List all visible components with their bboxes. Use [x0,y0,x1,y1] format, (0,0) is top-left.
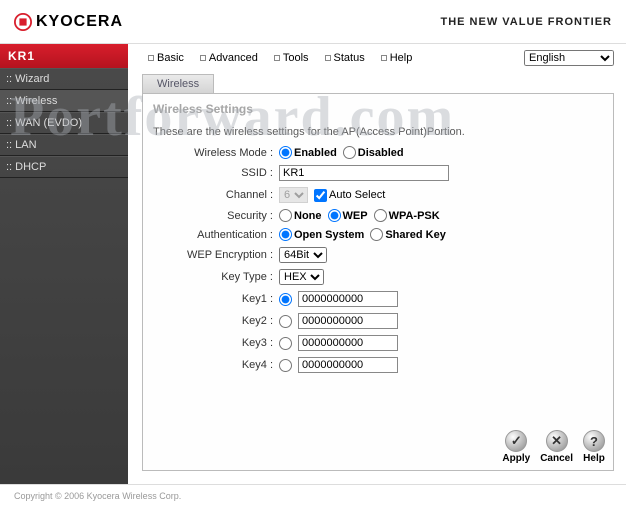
check-icon: ✓ [505,430,527,452]
help-button[interactable]: ? Help [583,430,605,464]
nav-tools[interactable]: Tools [268,52,315,64]
top-nav: Basic Advanced Tools Status Help English [142,48,614,74]
help-label: Help [583,453,605,464]
content-area: Basic Advanced Tools Status Help English… [128,44,626,484]
settings-panel: Wireless Settings These are the wireless… [142,93,614,471]
square-icon [325,55,331,61]
sidebar-item-lan[interactable]: :: LAN [0,134,128,156]
nav-status[interactable]: Status [319,52,371,64]
square-icon [274,55,280,61]
tab-wireless[interactable]: Wireless [142,74,214,93]
apply-button[interactable]: ✓ Apply [502,430,530,464]
language-selector[interactable]: English [524,50,614,66]
opt-label: None [294,210,322,222]
panel-description: These are the wireless settings for the … [153,126,603,138]
ssid-input[interactable] [279,165,449,181]
autoselect-label: Auto Select [329,189,385,201]
logo: KYOCERA [14,13,123,31]
key4-radio[interactable] [279,359,292,372]
key2-input[interactable] [298,313,398,329]
key3-input[interactable] [298,335,398,351]
nav-help[interactable]: Help [375,52,419,64]
brand-name: KYOCERA [36,13,123,31]
label-key2: Key2 : [153,315,279,327]
label-key1: Key1 : [153,293,279,305]
label-mode: Wireless Mode : [153,147,279,159]
square-icon [381,55,387,61]
nav-label: Advanced [209,52,258,64]
panel-title: Wireless Settings [153,102,603,116]
security-wpapsk-radio[interactable] [374,209,387,222]
mode-disabled-radio[interactable] [343,146,356,159]
key1-input[interactable] [298,291,398,307]
auth-open-radio[interactable] [279,228,292,241]
sidebar-item-dhcp[interactable]: :: DHCP [0,156,128,178]
nav-label: Tools [283,52,309,64]
apply-label: Apply [502,453,530,464]
keytype-select[interactable]: HEX [279,269,324,285]
auth-shared-radio[interactable] [370,228,383,241]
security-none-radio[interactable] [279,209,292,222]
key4-input[interactable] [298,357,398,373]
sidebar: KR1 :: Wizard :: Wireless :: WAN (EVDO) … [0,44,128,484]
sidebar-item-wireless[interactable]: :: Wireless [0,90,128,112]
label-key4: Key4 : [153,359,279,371]
nav-advanced[interactable]: Advanced [194,52,264,64]
label-channel: Channel : [153,189,279,201]
key3-radio[interactable] [279,337,292,350]
label-keytype: Key Type : [153,271,279,283]
language-select[interactable]: English [524,50,614,66]
cancel-label: Cancel [540,453,573,464]
opt-label: Open System [294,229,364,241]
nav-label: Basic [157,52,184,64]
header: KYOCERA THE NEW VALUE FRONTIER [0,0,626,44]
question-icon: ? [583,430,605,452]
opt-label: WEP [343,210,368,222]
autoselect-checkbox[interactable] [314,189,327,202]
opt-label: Disabled [358,147,404,159]
x-icon: ✕ [546,430,568,452]
key2-radio[interactable] [279,315,292,328]
channel-select: 6 [279,187,308,203]
wep-select[interactable]: 64Bit [279,247,327,263]
label-auth: Authentication : [153,229,279,241]
label-key3: Key3 : [153,337,279,349]
label-wep: WEP Encryption : [153,249,279,261]
opt-label: Enabled [294,147,337,159]
label-security: Security : [153,210,279,222]
sidebar-item-wizard[interactable]: :: Wizard [0,68,128,90]
cancel-button[interactable]: ✕ Cancel [540,430,573,464]
mode-enabled-radio[interactable] [279,146,292,159]
security-wep-radio[interactable] [328,209,341,222]
footer-copyright: Copyright © 2006 Kyocera Wireless Corp. [0,484,626,507]
square-icon [200,55,206,61]
sidebar-head: KR1 [0,44,128,68]
nav-basic[interactable]: Basic [142,52,190,64]
kyocera-logo-icon [14,13,32,31]
action-buttons: ✓ Apply ✕ Cancel ? Help [502,430,605,464]
sidebar-item-wan[interactable]: :: WAN (EVDO) [0,112,128,134]
label-ssid: SSID : [153,167,279,179]
opt-label: WPA-PSK [389,210,440,222]
key1-radio[interactable] [279,293,292,306]
nav-label: Status [334,52,365,64]
square-icon [148,55,154,61]
nav-label: Help [390,52,413,64]
brand-tagline: THE NEW VALUE FRONTIER [440,16,612,28]
opt-label: Shared Key [385,229,446,241]
